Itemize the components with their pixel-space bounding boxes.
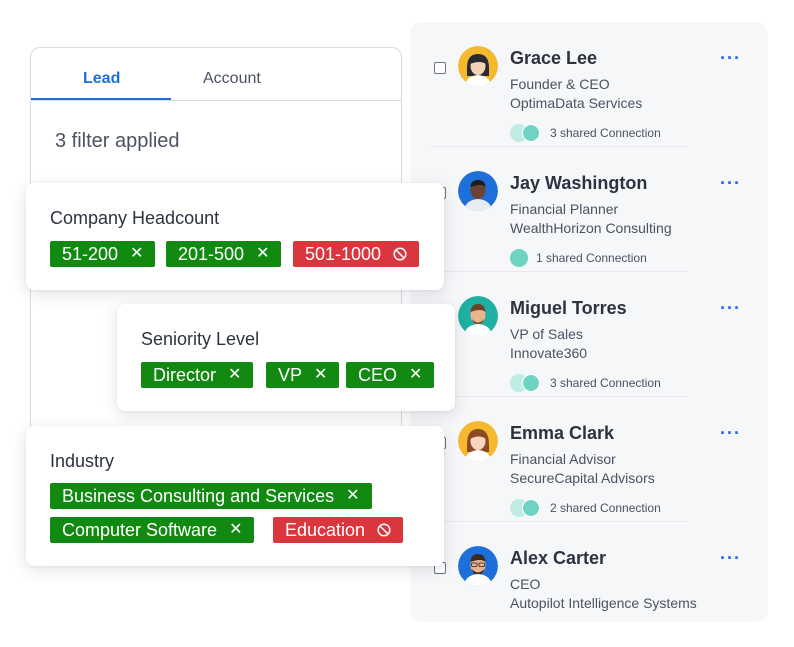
connection-avatars (510, 249, 528, 267)
lead-title: VP of Sales (510, 326, 583, 342)
connection-avatars (510, 374, 542, 392)
more-options-icon[interactable]: ··· (720, 173, 741, 194)
chip-label: 201-500 (178, 243, 245, 264)
close-icon[interactable]: ✕ (229, 522, 242, 538)
lead-title: Financial Advisor (510, 451, 616, 467)
shared-connections[interactable]: 3 shared Connection (510, 124, 661, 142)
chip-label: Education (285, 519, 366, 540)
filter-chip[interactable]: 501-1000 (293, 241, 420, 267)
lead-name[interactable]: Emma Clark (510, 423, 614, 444)
chip-label: Business Consulting and Services (62, 485, 335, 506)
close-icon[interactable]: ✕ (256, 246, 269, 262)
lead-row[interactable]: Jay Washington Financial Planner WealthH… (410, 147, 768, 272)
lead-company: SecureCapital Advisors (510, 470, 655, 486)
filter-tabs: Lead Account (31, 48, 401, 101)
tab-lead[interactable]: Lead (83, 70, 120, 88)
lead-title: Financial Planner (510, 201, 619, 217)
filter-count: 3 filter applied (55, 130, 180, 152)
lead-name[interactable]: Alex Carter (510, 548, 606, 569)
more-options-icon[interactable]: ··· (720, 423, 741, 444)
connection-avatars (510, 499, 542, 517)
close-icon[interactable]: ✕ (314, 367, 327, 383)
avatar (458, 46, 498, 86)
filter-chip[interactable]: 201-500 ✕ (166, 241, 282, 267)
shared-connections-label: 2 shared Connection (550, 501, 661, 515)
more-options-icon[interactable]: ··· (720, 48, 741, 69)
exclude-icon[interactable] (393, 247, 407, 261)
connection-avatars (510, 124, 542, 142)
lead-checkbox[interactable] (434, 62, 446, 74)
filter-chip[interactable]: Business Consulting and Services ✕ (50, 483, 372, 509)
shared-connections-label: 1 shared Connection (536, 251, 647, 265)
filter-card-industry: Industry Business Consulting and Service… (26, 426, 444, 566)
filter-chip[interactable]: CEO ✕ (346, 362, 435, 388)
shared-connections-label: 3 shared Connection (550, 376, 661, 390)
avatar (458, 296, 498, 336)
filter-label: Industry (50, 451, 115, 471)
avatar (458, 171, 498, 211)
close-icon[interactable]: ✕ (346, 488, 359, 504)
shared-connections[interactable]: 3 shared Connection (510, 374, 661, 392)
filter-chip[interactable]: 51-200 ✕ (50, 241, 156, 267)
lead-row[interactable]: Miguel Torres VP of Sales Innovate360 3 … (410, 272, 768, 397)
lead-row[interactable]: Emma Clark Financial Advisor SecureCapit… (410, 397, 768, 522)
chip-label: CEO (358, 364, 398, 385)
chip-label: Director (153, 364, 217, 385)
active-tab-indicator (31, 98, 171, 100)
shared-connections[interactable]: 2 shared Connection (510, 499, 661, 517)
avatar (458, 546, 498, 586)
lead-company: OptimaData Services (510, 95, 643, 111)
chip-label: VP (278, 364, 303, 385)
filter-chip[interactable]: VP ✕ (266, 362, 340, 388)
lead-list-panel: Grace Lee Founder & CEO OptimaData Servi… (410, 22, 768, 622)
lead-title: Founder & CEO (510, 76, 610, 92)
shared-connections[interactable]: 1 shared Connection (510, 249, 647, 267)
filter-chip[interactable]: Director ✕ (141, 362, 254, 388)
filter-chip[interactable]: Computer Software ✕ (50, 517, 255, 543)
chip-label: 501-1000 (305, 243, 382, 264)
filter-label: Company Headcount (50, 208, 220, 228)
more-options-icon[interactable]: ··· (720, 548, 741, 569)
filter-chip[interactable]: Education (273, 517, 404, 543)
exclude-icon[interactable] (377, 523, 391, 537)
more-options-icon[interactable]: ··· (720, 298, 741, 319)
filter-card-seniority: Seniority Level Director ✕ VP ✕ CEO ✕ (117, 304, 455, 411)
close-icon[interactable]: ✕ (409, 367, 422, 383)
lead-company: Autopilot Intelligence Systems (510, 595, 697, 611)
lead-row[interactable]: Grace Lee Founder & CEO OptimaData Servi… (410, 22, 768, 147)
lead-name[interactable]: Grace Lee (510, 48, 597, 69)
lead-company: WealthHorizon Consulting (510, 220, 672, 236)
filter-card-headcount: Company Headcount 51-200 ✕ 201-500 ✕ 501… (26, 183, 444, 290)
lead-name[interactable]: Miguel Torres (510, 298, 627, 319)
chip-label: 51-200 (62, 243, 119, 264)
chip-label: Computer Software (62, 519, 218, 540)
close-icon[interactable]: ✕ (228, 367, 241, 383)
lead-company: Innovate360 (510, 345, 588, 361)
shared-connections-label: 3 shared Connection (550, 126, 661, 140)
tab-account[interactable]: Account (203, 70, 261, 88)
lead-row[interactable]: Alex Carter CEO Autopilot Intelligence S… (410, 522, 768, 647)
filter-label: Seniority Level (141, 329, 260, 349)
close-icon[interactable]: ✕ (130, 246, 143, 262)
lead-name[interactable]: Jay Washington (510, 173, 647, 194)
avatar (458, 421, 498, 461)
lead-title: CEO (510, 576, 541, 592)
